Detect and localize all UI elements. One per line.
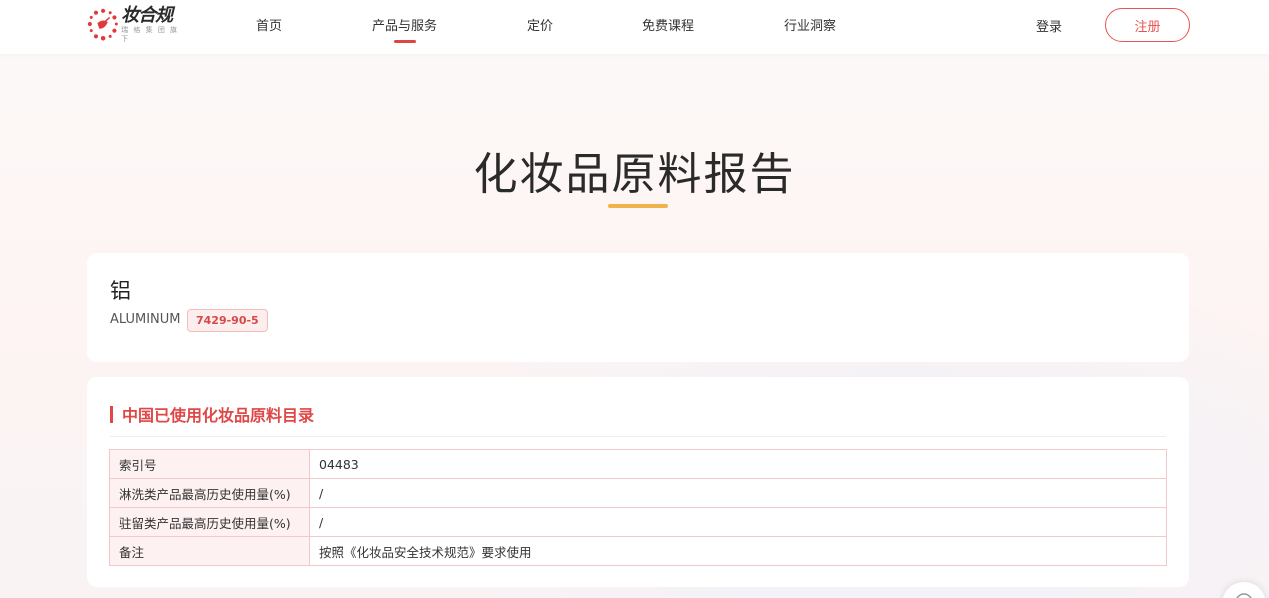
table-row: 索引号 04483 bbox=[109, 449, 1167, 479]
section-header: 中国已使用化妆品原料目录 bbox=[110, 402, 314, 426]
chat-icon bbox=[1236, 593, 1252, 598]
row-value-index: 04483 bbox=[309, 449, 1167, 479]
table-row: 驻留类产品最高历史使用量(%) / bbox=[109, 507, 1167, 537]
ingredient-name-en: ALUMINUM bbox=[110, 312, 181, 327]
nav-free-courses[interactable]: 免费课程 bbox=[642, 15, 694, 34]
row-key-leave-on: 驻留类产品最高历史使用量(%) bbox=[109, 507, 310, 537]
row-value-leave-on: / bbox=[309, 507, 1167, 537]
table-row: 备注 按照《化妆品安全技术规范》要求使用 bbox=[109, 536, 1167, 566]
catalog-table: 索引号 04483 淋洗类产品最高历史使用量(%) / 驻留类产品最高历史使用量… bbox=[109, 449, 1167, 566]
ingredient-card: 铝 ALUMINUM 7429-90-5 bbox=[87, 253, 1189, 362]
logo[interactable]: 妆合规 瑞 格 集 团 旗 下 bbox=[87, 6, 187, 44]
cas-badge: 7429-90-5 bbox=[187, 309, 268, 332]
logo-subtitle: 瑞 格 集 团 旗 下 bbox=[121, 26, 179, 43]
section-marker bbox=[110, 405, 113, 423]
section-title: 中国已使用化妆品原料目录 bbox=[122, 406, 315, 425]
ingredient-name-cn: 铝 bbox=[110, 279, 131, 303]
nav-industry-insights[interactable]: 行业洞察 bbox=[784, 15, 836, 34]
title-underline bbox=[608, 204, 668, 208]
section-divider bbox=[110, 436, 1166, 437]
login-link[interactable]: 登录 bbox=[1036, 16, 1062, 35]
table-row: 淋洗类产品最高历史使用量(%) / bbox=[109, 478, 1167, 508]
row-value-rinse-off: / bbox=[309, 478, 1167, 508]
nav-products-services[interactable]: 产品与服务 bbox=[372, 15, 437, 43]
row-key-remark: 备注 bbox=[109, 536, 310, 566]
catalog-card: 中国已使用化妆品原料目录 索引号 04483 淋洗类产品最高历史使用量(%) /… bbox=[87, 377, 1189, 587]
nav-pricing[interactable]: 定价 bbox=[527, 15, 553, 34]
row-key-rinse-off: 淋洗类产品最高历史使用量(%) bbox=[109, 478, 310, 508]
row-value-remark: 按照《化妆品安全技术规范》要求使用 bbox=[309, 536, 1167, 566]
page-title: 化妆品原料报告 bbox=[473, 149, 796, 200]
register-button[interactable]: 注册 bbox=[1105, 8, 1190, 42]
logo-dots-icon bbox=[87, 8, 118, 41]
logo-name: 妆合规 bbox=[121, 5, 173, 26]
top-navbar: 妆合规 瑞 格 集 团 旗 下 首页 产品与服务 定价 免费课程 行业洞察 登录… bbox=[0, 0, 1269, 54]
row-key-index: 索引号 bbox=[109, 449, 310, 479]
nav-home[interactable]: 首页 bbox=[256, 15, 282, 34]
floating-chat-button[interactable] bbox=[1222, 582, 1266, 598]
